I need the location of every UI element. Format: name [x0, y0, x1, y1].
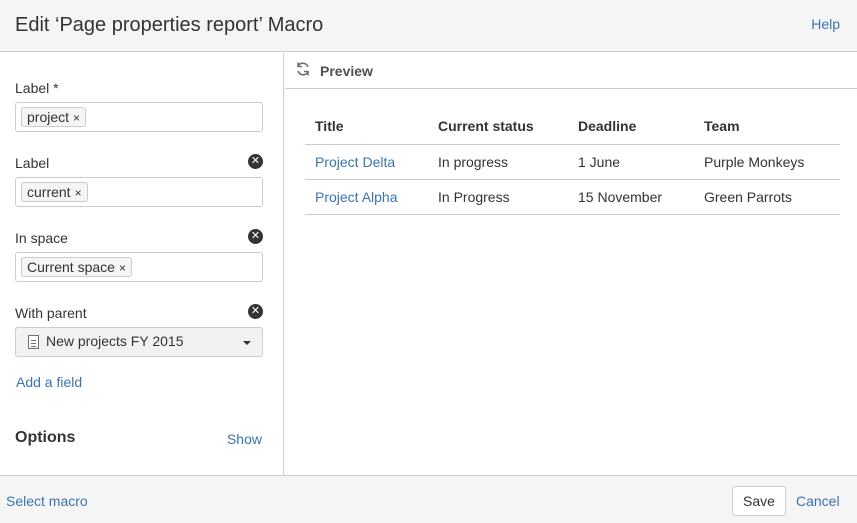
label-input[interactable]: current × — [15, 177, 263, 207]
table-header-row: Title Current status Deadline Team — [305, 109, 840, 145]
options-heading: Options — [15, 429, 76, 446]
chip-remove-icon[interactable]: × — [75, 184, 82, 202]
field-label: Label — [15, 155, 50, 171]
chip-text: project — [27, 109, 70, 125]
page-properties-table: Title Current status Deadline Team Proje… — [305, 109, 840, 215]
deadline-cell: 15 November — [568, 179, 694, 215]
help-link[interactable]: Help — [811, 16, 840, 32]
parent-page-value: New projects FY 2015 — [46, 333, 184, 349]
refresh-icon[interactable] — [295, 61, 311, 77]
space-chip: Current space × — [21, 257, 132, 277]
column-header: Title — [305, 109, 428, 145]
chip-text: Current space — [27, 259, 115, 275]
select-macro-link[interactable]: Select macro — [6, 493, 88, 509]
field-label: With parent — [15, 305, 87, 321]
remove-field-icon[interactable]: ✕ — [248, 229, 263, 244]
team-cell: Green Parrots — [694, 179, 840, 215]
status-cell: In Progress — [428, 179, 568, 215]
options-show-link[interactable]: Show — [227, 431, 262, 447]
label-chip: project × — [21, 107, 87, 127]
column-header: Deadline — [568, 109, 694, 145]
label-chip: current × — [21, 182, 88, 202]
label-input[interactable]: project × — [15, 102, 263, 132]
preview-toolbar: Preview — [285, 53, 857, 89]
preview-pane: Preview Title Current status Deadline Te… — [285, 53, 857, 475]
field-label: Label * — [15, 80, 59, 96]
remove-field-icon[interactable]: ✕ — [248, 304, 263, 319]
dialog-title: Edit ‘Page properties report’ Macro — [15, 14, 324, 36]
page-title-link[interactable]: Project Delta — [305, 144, 428, 180]
table-row: Project Alpha In Progress 15 November Gr… — [305, 179, 840, 215]
dialog-footer: Select macro Save Cancel — [0, 475, 857, 523]
status-cell: In progress — [428, 144, 568, 180]
chip-remove-icon[interactable]: × — [73, 109, 80, 127]
page-icon — [28, 335, 39, 349]
dialog-header: Edit ‘Page properties report’ Macro Help — [0, 0, 857, 52]
table-row: Project Delta In progress 1 June Purple … — [305, 144, 840, 180]
parent-page-select[interactable]: New projects FY 2015 — [15, 327, 263, 357]
page-title-link[interactable]: Project Alpha — [305, 179, 428, 215]
chip-text: current — [27, 184, 71, 200]
field-label: In space — [15, 230, 68, 246]
column-header: Team — [694, 109, 840, 145]
space-input[interactable]: Current space × — [15, 252, 263, 282]
add-field-link[interactable]: Add a field — [16, 374, 82, 390]
team-cell: Purple Monkeys — [694, 144, 840, 180]
deadline-cell: 1 June — [568, 144, 694, 180]
chevron-down-icon — [243, 341, 251, 345]
column-header: Current status — [428, 109, 568, 145]
preview-label: Preview — [320, 63, 373, 79]
remove-field-icon[interactable]: ✕ — [248, 154, 263, 169]
chip-remove-icon[interactable]: × — [119, 259, 126, 277]
cancel-link[interactable]: Cancel — [796, 493, 840, 509]
save-button[interactable]: Save — [732, 486, 786, 516]
macro-parameters-panel: Label * project × Label ✕ current × In spa… — [0, 53, 284, 475]
